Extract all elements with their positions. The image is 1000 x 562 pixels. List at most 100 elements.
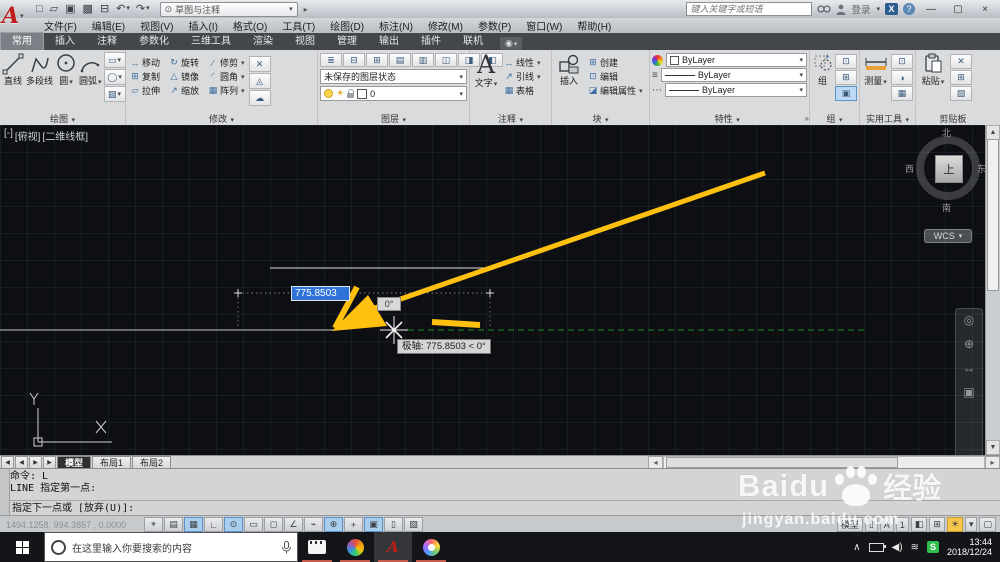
isometric-drafting-toggle[interactable]: ▭ [244,517,263,532]
minimize-button[interactable]: — [920,4,942,15]
menu-item[interactable]: 修改(M) [428,18,463,33]
ribbon-tab[interactable]: 输出 [368,33,410,50]
stretch-button[interactable]: ▱ 拉伸 [128,84,165,97]
hidden-icons-button[interactable]: ∧ [853,542,860,553]
ellipse-button[interactable]: ◯ ▾ [103,69,126,85]
sogou-icon[interactable]: S [926,541,939,553]
save-button[interactable]: ▣ [63,2,78,16]
linear-dim-button[interactable]: ↔ 线性 ▾ [502,56,543,69]
clipboard-side-button[interactable]: ✕ [950,54,972,69]
dynamic-input-toggle[interactable]: ▣ [364,517,383,532]
status-tool-button[interactable]: A [879,517,894,532]
menu-item[interactable]: 绘图(D) [330,18,364,33]
layer-tool-button[interactable]: ◫ [435,53,457,67]
customization-menu-button[interactable]: ▾ [964,517,978,532]
menu-item[interactable]: 编辑(E) [92,18,125,33]
ribbon-tab[interactable]: 联机 [452,33,494,50]
scroll-down-arrow[interactable]: ▼ [986,440,1000,455]
horizontal-scroll-thumb[interactable] [666,457,898,468]
utilities-side-button[interactable]: ⊡ [891,54,913,69]
navbar-tool[interactable]: ▣ [963,385,974,399]
measure-button[interactable]: 测量▾ [862,52,889,113]
ribbon-tab[interactable]: 视图 [284,33,326,50]
snap-mode-toggle[interactable]: ▤ [164,517,183,532]
panel-title-draw[interactable]: 绘图 ▾ [0,113,125,125]
infer-constraints-toggle[interactable]: ⌖ [144,517,163,532]
menu-item[interactable]: 格式(O) [233,18,267,33]
ribbon-tab[interactable]: 渲染 [242,33,284,50]
table-button[interactable]: ▦ 表格 [502,84,543,97]
drawing-canvas[interactable]: [-] [俯视] [二维线框] 775.8503 0° 极轴: 775.8503… [0,125,1000,455]
ribbon-tab[interactable]: 插入 [44,33,86,50]
panel-title-group[interactable]: 组 ▾ [810,113,859,125]
open-file-button[interactable]: ▱ [48,2,61,16]
viewcube-west[interactable]: 西 [905,162,914,175]
layer-tool-button[interactable]: ≣ [320,53,342,67]
battery-icon[interactable] [868,542,886,552]
taskbar-app-video-editor[interactable] [298,532,336,562]
circle-button[interactable]: 圆▾ [55,52,77,113]
navbar-tool[interactable]: ◎ [964,313,974,327]
menu-item[interactable]: 文件(F) [44,18,77,33]
grid-toggle[interactable]: ▦ [184,517,203,532]
panel-title-modify[interactable]: 修改 ▾ [126,113,317,125]
rectangle-button[interactable]: ▭ ▾ [103,52,126,68]
insert-block-button[interactable]: 插入 [554,52,584,113]
line-button[interactable]: 直线 [2,52,24,113]
utilities-side-button[interactable]: ▦ [891,86,913,101]
ribbon-tab[interactable]: 常用 [0,32,44,50]
erase-button[interactable]: ✕ [248,56,271,72]
qat-overflow-button[interactable]: ▸ [304,5,308,14]
vertical-scroll-thumb[interactable] [987,139,999,291]
taskbar-app-paint[interactable] [412,532,450,562]
dialog-launcher-icon[interactable]: » [805,113,809,125]
redo-button[interactable]: ↷ ▾ [134,2,152,16]
panel-title-annotation[interactable]: 注释 ▾ [470,113,551,125]
clipboard-side-button[interactable]: ▧ [950,86,972,101]
group-side-button[interactable]: ▣ [835,86,857,101]
close-button[interactable]: × [974,4,996,15]
start-button[interactable] [0,532,44,562]
layer-state-dropdown[interactable]: 未保存的图层状态 ▾ [320,69,467,84]
object-snap-tracking-toggle[interactable]: ◻ [264,517,283,532]
menu-item[interactable]: 插入(I) [188,18,217,33]
viewcube-north[interactable]: 北 [942,126,951,139]
panel-title-clipboard[interactable]: 剪贴板 [916,113,990,125]
paste-button[interactable]: 粘贴▾ [918,52,948,113]
status-tool-button[interactable]: ⊞ [929,517,945,532]
panel-title-properties[interactable]: 特性 ▾ » [650,113,809,125]
fillet-button[interactable]: ◜ 圆角 ▾ [206,70,247,83]
model-space-button[interactable]: 模型 [836,517,863,532]
ribbon-tab[interactable]: 注释 [86,33,128,50]
search-icon[interactable] [817,4,831,14]
layer-tool-button[interactable]: ▤ [389,53,411,67]
menu-item[interactable]: 标注(N) [379,18,413,33]
command-line-panel[interactable]: 命令: L LINE 指定第一点: 指定下一点或 [放弃(U)]: [0,468,1000,516]
clock[interactable]: 13:44 2018/12/24 [947,537,992,557]
2d-object-snap-toggle[interactable]: ∠ [284,517,303,532]
clipboard-side-button[interactable]: ⊞ [950,70,972,85]
maximize-button[interactable]: ▢ [947,4,969,15]
taskbar-app-photos[interactable] [336,532,374,562]
command-prompt[interactable]: 指定下一点或 [放弃(U)]: [12,503,134,515]
object-color-dropdown[interactable]: ByLayer ▾ [666,53,807,67]
taskbar-search-box[interactable]: 在这里输入你要搜索的内容 [44,532,298,562]
rotate-button[interactable]: ↻ 旋转 [167,56,204,69]
layer-dropdown[interactable]: ☀ 0 ▾ [320,86,467,101]
mirror-button[interactable]: △ 镜像 [167,70,204,83]
featured-apps-button[interactable]: ◉ ▾ [500,37,523,50]
copy-button[interactable]: ⊞ 复制 [128,70,165,83]
ribbon-tab[interactable]: 三维工具 [180,33,242,50]
menu-item[interactable]: 帮助(H) [577,18,611,33]
lineweight-toggle[interactable]: ⌁ [304,517,323,532]
hardware-acceleration-button[interactable]: ☀ [946,517,963,532]
volume-icon[interactable]: ◀) [892,542,903,553]
user-icon[interactable] [836,4,846,15]
wcs-dropdown[interactable]: WCS ▾ [924,229,972,243]
command-panel-grip[interactable] [0,469,10,516]
block-create-button[interactable]: ⊞ 创建 [586,56,645,69]
array-button[interactable]: ▦ 阵列 ▾ [206,84,247,97]
dynamic-input-field[interactable]: 775.8503 [291,286,350,301]
ribbon-tab[interactable]: 插件 [410,33,452,50]
plot-button[interactable]: ⊟ [98,2,112,16]
